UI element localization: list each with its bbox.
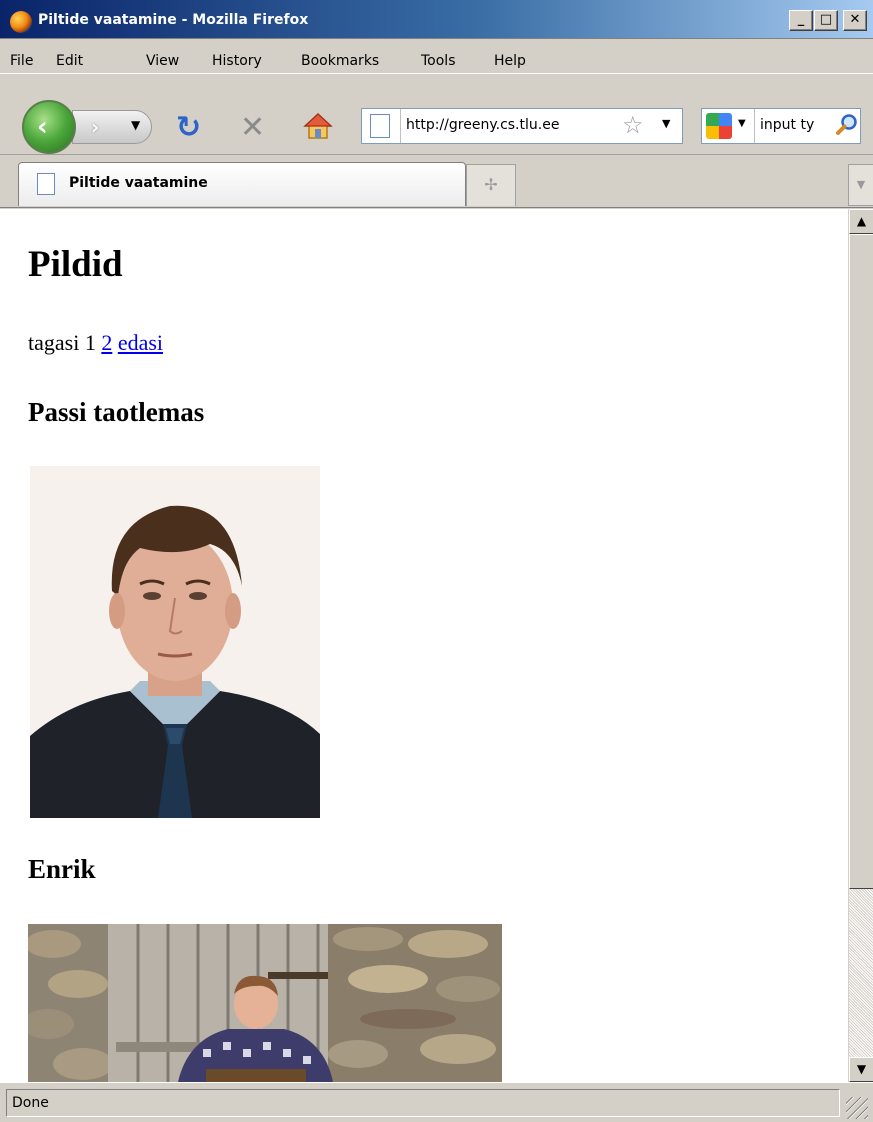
menu-history[interactable]: History: [212, 53, 262, 69]
title-bar[interactable]: Piltide vaatamine - Mozilla Firefox _ □ …: [0, 0, 873, 39]
image-title: Passi taotlemas: [28, 397, 205, 427]
page-icon: [370, 114, 390, 138]
menu-view[interactable]: View: [146, 53, 179, 69]
prev-label: tagasi: [28, 330, 80, 355]
home-icon[interactable]: [303, 111, 333, 141]
plus-icon: ✢: [484, 175, 498, 194]
menu-bar: File Edit View History Bookmarks Tools H…: [0, 39, 873, 74]
back-arrow-icon: ‹: [37, 112, 48, 142]
forward-arrow-icon: ›: [91, 115, 100, 139]
passport-photo: [30, 466, 320, 818]
menu-file[interactable]: File: [10, 53, 33, 69]
back-button[interactable]: ‹: [22, 100, 76, 154]
address-bar[interactable]: http://greeny.cs.tlu.ee ☆ ▼: [361, 108, 683, 144]
page-content: Pildid tagasi 1 2 edasi Passi taotlemas: [0, 209, 848, 1082]
close-button[interactable]: ✕: [843, 10, 867, 31]
accordion-player-photo: [28, 924, 502, 1082]
scroll-up-button[interactable]: ▲: [849, 209, 873, 234]
current-page: 1: [84, 330, 96, 355]
search-icon[interactable]: [836, 113, 858, 135]
search-bar[interactable]: ▼ input ty: [701, 108, 861, 144]
firefox-logo-icon: [10, 11, 32, 33]
next-link[interactable]: edasi: [118, 330, 163, 355]
search-input[interactable]: input ty: [760, 117, 832, 133]
url-input[interactable]: http://greeny.cs.tlu.ee: [406, 117, 616, 133]
new-tab-button[interactable]: ✢: [466, 164, 516, 206]
menu-tools[interactable]: Tools: [421, 53, 456, 69]
address-separator: [400, 109, 401, 143]
status-text: Done: [6, 1089, 840, 1117]
bookmark-star-icon[interactable]: ☆: [622, 111, 644, 139]
search-engine-icon[interactable]: [706, 113, 732, 139]
browser-window: Piltide vaatamine - Mozilla Firefox _ □ …: [0, 0, 873, 1122]
url-dropdown-icon[interactable]: ▼: [662, 117, 670, 130]
scrollbar-track[interactable]: [849, 889, 873, 1057]
scrollbar-thumb[interactable]: [849, 234, 873, 889]
menu-edit[interactable]: Edit: [56, 53, 83, 69]
status-bar: Done: [0, 1082, 873, 1122]
page-2-link[interactable]: 2: [101, 330, 112, 355]
tab-bar: Piltide vaatamine ✢ ▼: [0, 156, 873, 208]
search-separator: [754, 109, 755, 143]
tab-label: Piltide vaatamine: [69, 175, 208, 191]
vertical-scrollbar[interactable]: ▲ ▼: [848, 209, 873, 1082]
menu-help[interactable]: Help: [494, 53, 526, 69]
stop-icon[interactable]: ✕: [240, 110, 265, 145]
chevron-down-icon: ▼: [856, 178, 866, 191]
image-title: Enrik: [28, 854, 96, 884]
page-icon: [37, 173, 55, 195]
window-title: Piltide vaatamine - Mozilla Firefox: [38, 12, 309, 28]
maximize-button[interactable]: □: [814, 10, 838, 31]
scroll-down-button[interactable]: ▼: [849, 1057, 873, 1082]
tab-piltide-vaatamine[interactable]: Piltide vaatamine: [18, 162, 466, 206]
history-dropdown-icon[interactable]: ▼: [131, 118, 140, 132]
resize-grip-icon[interactable]: [846, 1097, 868, 1119]
pagination: tagasi 1 2 edasi: [28, 330, 163, 356]
minimize-button[interactable]: _: [789, 10, 813, 31]
reload-icon[interactable]: ↻: [176, 110, 201, 145]
up-arrow-icon: ▲: [856, 214, 867, 228]
page-heading: Pildid: [28, 244, 123, 285]
menu-bookmarks[interactable]: Bookmarks: [301, 53, 379, 69]
list-all-tabs-button[interactable]: ▼: [848, 164, 873, 206]
search-engine-dropdown-icon[interactable]: ▼: [738, 118, 746, 129]
down-arrow-icon: ▼: [856, 1062, 867, 1076]
forward-button[interactable]: › ▼: [72, 110, 152, 144]
